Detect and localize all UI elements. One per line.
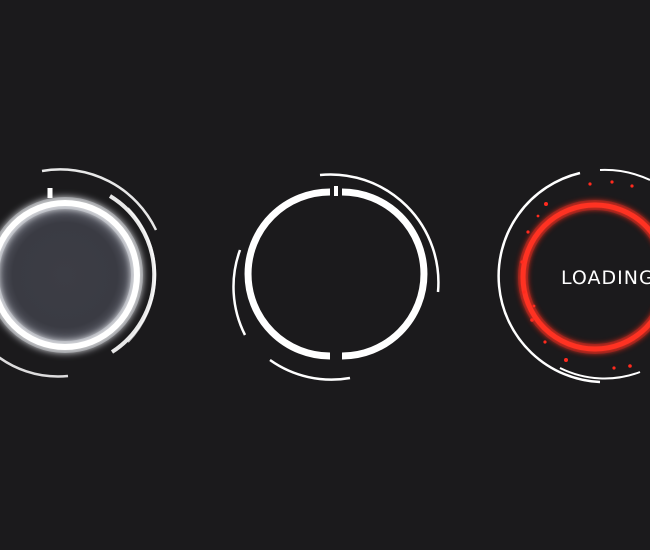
split-ring-right-half [341,188,428,360]
split-ring-arc-left [232,249,247,336]
loader-canvas: LOADING [0,168,650,384]
split-ring-left-half [244,188,331,360]
split-ring-arc-bottom [269,358,351,381]
split-ring-loader [232,173,440,381]
loader-stage: LOADING [0,0,650,550]
red-ring-arc-white-top [599,168,650,181]
red-ring-loader: LOADING [497,168,650,384]
glow-ring-loader [0,168,158,378]
loading-label: LOADING [561,267,650,289]
glow-ring-arc-bottom [0,356,69,378]
